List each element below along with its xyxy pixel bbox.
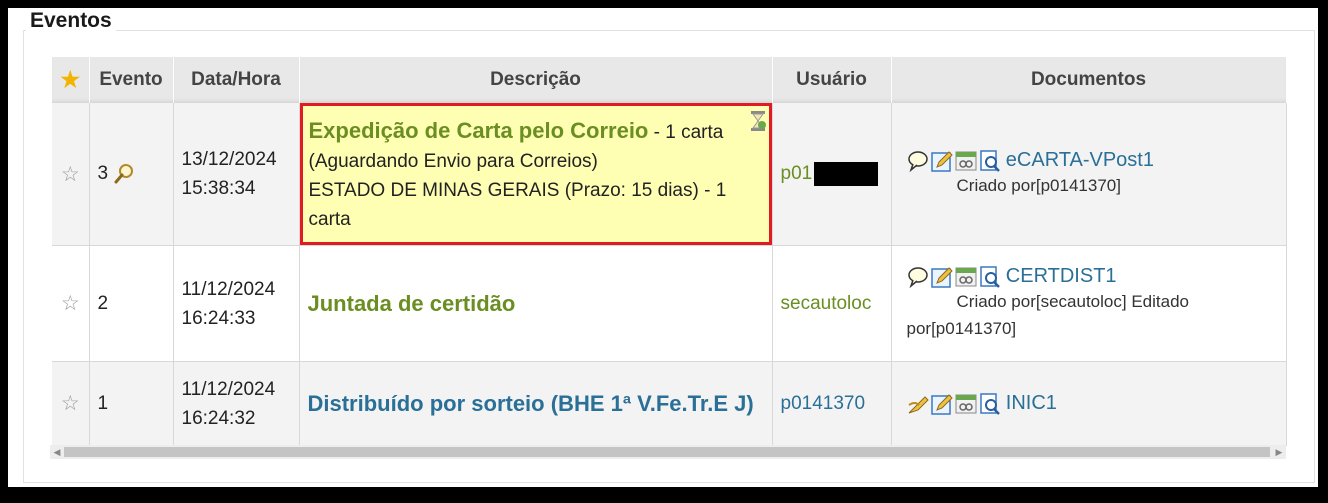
- document-link[interactable]: INIC1: [1006, 392, 1057, 414]
- speech-bubble-icon[interactable]: [907, 266, 929, 288]
- event-time: 16:24:32: [181, 407, 256, 429]
- view-document-icon[interactable]: [979, 265, 1001, 288]
- event-user[interactable]: p01: [781, 163, 813, 184]
- event-user[interactable]: secautoloc: [781, 293, 872, 314]
- event-date: 11/12/2024: [181, 378, 276, 400]
- scrollbar-thumb[interactable]: [64, 447, 1270, 457]
- table-header-row: ★ Evento Data/Hora Descrição Usuário Doc…: [52, 57, 1287, 103]
- star-icon[interactable]: ★: [60, 67, 80, 92]
- highlighted-description: Expedição de Carta pelo Correio - 1 cart…: [299, 103, 772, 245]
- table-row: ☆ 3 13/12/2024 15:38:34 Expedição de Car…: [52, 103, 1287, 246]
- event-number: 2: [97, 292, 109, 314]
- scroll-right-icon[interactable]: ▶: [1272, 445, 1286, 459]
- star-outline-icon[interactable]: ☆: [61, 292, 80, 315]
- hourglass-icon[interactable]: [749, 110, 767, 132]
- speech-bubble-icon[interactable]: [907, 150, 929, 172]
- event-title[interactable]: Expedição de Carta pelo Correio: [309, 118, 649, 143]
- document-link[interactable]: CERTDIST1: [1006, 265, 1117, 287]
- view-document-icon[interactable]: [979, 149, 1001, 172]
- table-row: ☆ 1 11/12/2024 16:24:32 Distribuído por …: [52, 361, 1287, 446]
- event-title[interactable]: Distribuído por sorteio (BHE 1ª V.Fe.Tr.…: [308, 391, 754, 416]
- document-meta: por[p0141370]: [906, 319, 1017, 338]
- event-title[interactable]: Juntada de certidão: [308, 291, 516, 316]
- scroll-left-icon[interactable]: ◀: [50, 445, 64, 459]
- event-number: 1: [97, 392, 109, 414]
- event-time: 15:38:34: [181, 178, 256, 199]
- section-title: Eventos: [26, 9, 116, 33]
- event-user[interactable]: p0141370: [781, 393, 866, 414]
- redaction-bar: [814, 162, 879, 186]
- column-header-descricao[interactable]: Descrição: [299, 57, 773, 103]
- star-outline-icon[interactable]: ☆: [61, 163, 80, 186]
- event-date: 11/12/2024: [181, 278, 276, 300]
- edit-icon[interactable]: [930, 266, 953, 288]
- event-date: 13/12/2024: [181, 149, 277, 170]
- column-header-evento[interactable]: Evento: [89, 57, 174, 103]
- sign-icon[interactable]: [907, 393, 929, 415]
- event-recipient: ESTADO DE MINAS GERAIS (Prazo: 15 dias) …: [308, 180, 727, 230]
- table-row: ☆ 2 11/12/2024 16:24:33 Juntada de certi…: [52, 245, 1287, 362]
- event-time: 16:24:33: [181, 307, 256, 329]
- star-outline-icon[interactable]: ☆: [61, 392, 80, 415]
- event-number: 3: [97, 163, 109, 184]
- edit-icon[interactable]: [930, 393, 953, 415]
- column-header-datahora[interactable]: Data/Hora: [173, 57, 300, 103]
- link-icon[interactable]: [955, 150, 977, 172]
- view-document-icon[interactable]: [979, 392, 1001, 415]
- edit-icon[interactable]: [930, 150, 953, 172]
- events-table: ★ Evento Data/Hora Descrição Usuário Doc…: [52, 57, 1287, 446]
- event-status: (Aguardando Envio para Correios): [308, 151, 598, 172]
- horizontal-scrollbar[interactable]: ◀ ▶: [50, 445, 1286, 459]
- column-header-usuario[interactable]: Usuário: [772, 57, 892, 103]
- magnifier-icon[interactable]: [113, 163, 135, 185]
- document-meta: Criado por[secautoloc] Editado: [956, 292, 1189, 311]
- document-link[interactable]: eCARTA-VPost1: [1006, 149, 1154, 171]
- link-icon[interactable]: [955, 266, 977, 288]
- event-detail: - 1 carta: [648, 122, 724, 143]
- column-header-documentos[interactable]: Documentos: [891, 57, 1287, 103]
- document-meta: Criado por[p0141370]: [956, 176, 1121, 195]
- header-star-cell[interactable]: ★: [52, 57, 90, 103]
- link-icon[interactable]: [955, 393, 977, 415]
